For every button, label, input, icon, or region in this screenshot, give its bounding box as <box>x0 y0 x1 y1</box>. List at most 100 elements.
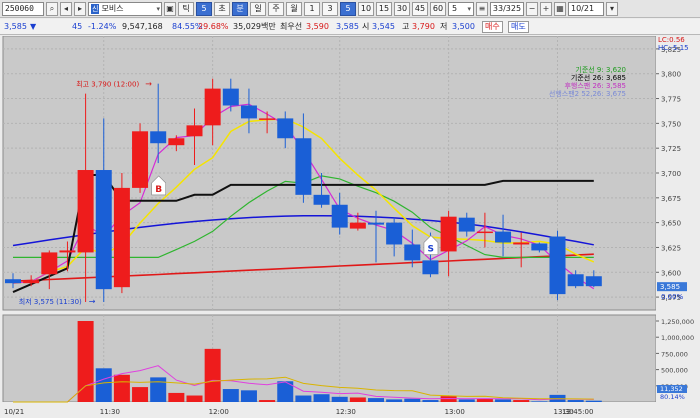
trade-value: 35,029백만 <box>233 22 276 31</box>
period-day-button[interactable]: 일 <box>250 1 266 16</box>
time-axis-end-label: 13:45:00 <box>562 408 593 416</box>
volume-bar <box>313 394 330 402</box>
volume-pct: 80.14% <box>660 393 685 401</box>
change-percent: -1.24% <box>88 22 117 31</box>
interval-5-button[interactable]: 5 <box>340 1 356 16</box>
period-minute-button[interactable]: 분 <box>232 1 248 16</box>
sell-signal: S <box>427 244 433 254</box>
count-display: 33/325 <box>490 1 524 16</box>
candle-body <box>59 250 76 253</box>
volume-bar <box>404 398 421 402</box>
settings-icon[interactable]: ≡ <box>476 1 488 16</box>
time-axis-label: 13:00 <box>445 408 465 416</box>
chart-area[interactable]: 3,825 3,800 3,775 3,750 3,725 3,700 3,675 3,650… <box>0 35 700 418</box>
candle-body <box>476 231 493 234</box>
volume-current-value: 11,352 <box>660 385 683 393</box>
period-tick-button[interactable]: 틱 <box>178 1 194 16</box>
volume-axis-label: 750,000 <box>661 350 688 358</box>
price-change: 45 <box>72 22 83 31</box>
period-month-button[interactable]: 월 <box>286 1 302 16</box>
chart-window: 250060 ⌕ ◂ ▸ 신 모비스 ▾ ▣ 틱 5 초 분 일 주 월 1 3… <box>0 0 700 418</box>
volume-bar <box>222 389 239 402</box>
candle-body <box>259 118 276 120</box>
candle-body <box>113 187 130 288</box>
stock-name-select[interactable]: 신 모비스 ▾ <box>88 1 162 16</box>
interval-10-button[interactable]: 10 <box>358 1 374 16</box>
sell-button[interactable]: 매도 <box>508 21 529 33</box>
date-input[interactable]: 10/21 <box>568 1 604 16</box>
stock-badge: 신 <box>91 3 100 14</box>
quote-bar: 3,585 ▼ 45 -1.24% 9,547,168 84.55% 29.68… <box>0 19 700 35</box>
interval-45-button[interactable]: 45 <box>412 1 428 16</box>
candle-body <box>422 260 439 275</box>
low-annotation: 최저 3,575 (11:30) <box>19 297 82 306</box>
high-annotation: 최고 3,790 (12:00) <box>76 80 139 89</box>
zoom-in-icon[interactable]: + <box>540 1 552 16</box>
interval-30-button[interactable]: 30 <box>394 1 410 16</box>
price-axis-label: 3,800 <box>661 71 681 79</box>
current-price-value: 3,585 <box>660 283 680 291</box>
volume-bar <box>150 377 167 402</box>
buy-button[interactable]: 매수 <box>482 21 503 33</box>
volume-bar <box>422 400 439 402</box>
volume-bar <box>331 396 348 402</box>
candle-body <box>5 279 21 284</box>
volume-bar <box>368 398 384 402</box>
calendar-icon[interactable]: ▦ <box>554 1 566 16</box>
candle-body <box>440 216 457 252</box>
candle-body <box>331 204 348 228</box>
interval-select[interactable]: 5 ▾ <box>448 1 474 16</box>
candle-body <box>295 138 312 195</box>
price-axis-label: 3,775 <box>661 96 681 104</box>
low-price: 3,500 <box>452 22 475 31</box>
price-axis-label: 3,750 <box>661 120 681 128</box>
interval-60-button[interactable]: 60 <box>430 1 446 16</box>
candle-body <box>567 274 584 287</box>
interval-15-button[interactable]: 15 <box>376 1 392 16</box>
volume-bar <box>168 392 185 402</box>
price-axis-label: 3,700 <box>661 170 681 178</box>
search-icon[interactable]: ⌕ <box>46 1 58 16</box>
volume-bar <box>495 399 512 402</box>
period-second-button[interactable]: 초 <box>214 1 230 16</box>
candle-body <box>458 217 475 232</box>
volume-bar <box>458 399 475 402</box>
prev-stock-icon[interactable]: ◂ <box>60 1 72 16</box>
candle-body <box>95 170 112 290</box>
date-picker-icon[interactable]: ▾ <box>606 1 618 16</box>
low-label: 저 <box>440 22 448 31</box>
volume-bar <box>259 400 276 402</box>
candle-body <box>349 222 366 229</box>
lock-icon[interactable]: ▣ <box>164 1 176 16</box>
volume-bar <box>204 348 221 402</box>
volume-value: 9,547,168 <box>122 22 163 31</box>
best-price-label: 최우선 <box>280 22 303 31</box>
candle-body <box>549 236 566 295</box>
volume-bar <box>531 401 548 402</box>
volume-axis-label: 1,250,000 <box>661 318 694 326</box>
stock-code-input[interactable]: 250060 <box>2 1 44 16</box>
high-arrow-icon: → <box>145 80 152 89</box>
time-axis-label: 12:00 <box>209 408 229 416</box>
price-axis-label: 3,650 <box>661 220 681 228</box>
interval-3-button[interactable]: 3 <box>322 1 338 16</box>
stock-name: 모비스 <box>101 3 124 13</box>
volume-axis-label: 1,000,000 <box>661 334 694 342</box>
volume-axis-label: 500,000 <box>661 367 688 375</box>
interval-1-button[interactable]: 1 <box>304 1 320 16</box>
period-value-button[interactable]: 5 <box>196 1 212 16</box>
next-stock-icon[interactable]: ▸ <box>74 1 86 16</box>
legend-entry: 선행스팬2 52,26: 3,675 <box>549 89 626 98</box>
volume-bar <box>95 368 112 402</box>
candle-body <box>77 170 94 253</box>
chart-svg[interactable]: 3,8253,8003,7753,7503,7253,7003,6753,650… <box>0 35 700 418</box>
candle-body <box>313 194 330 205</box>
period-week-button[interactable]: 주 <box>268 1 284 16</box>
time-axis-label: 11:30 <box>100 408 120 416</box>
time-axis-label: 12:30 <box>336 408 356 416</box>
buy-signal: B <box>155 185 162 195</box>
zoom-out-icon[interactable]: − <box>526 1 538 16</box>
candle-body <box>204 88 221 126</box>
volume-bar <box>567 400 584 402</box>
candle-body <box>368 222 384 225</box>
